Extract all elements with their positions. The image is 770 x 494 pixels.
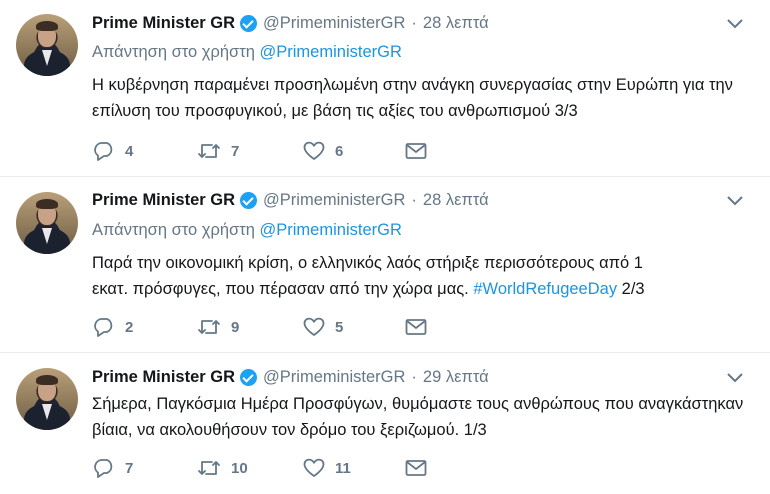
like-button[interactable]: 6 <box>303 141 405 161</box>
tweet-text: Η κυβέρνηση παραμένει προσηλωμένη στην α… <box>92 76 733 120</box>
reply-icon <box>93 141 115 161</box>
reply-context: Απάντηση στο χρήστη @PrimeministerGR <box>92 221 402 240</box>
tweet-header: Prime Minister GR @PrimeministerGR · 29 … <box>92 367 489 387</box>
separator-dot: · <box>411 190 417 209</box>
reply-count: 7 <box>125 459 134 477</box>
reply-button[interactable]: 7 <box>93 458 197 478</box>
hashtag-link[interactable]: #WorldRefugeeDay <box>473 280 617 298</box>
timestamp[interactable]: 29 λεπτά <box>423 368 489 387</box>
chevron-down-icon[interactable] <box>726 15 744 33</box>
author-handle[interactable]: @PrimeministerGR <box>263 368 405 387</box>
direct-message-button[interactable] <box>405 318 435 336</box>
reply-count: 4 <box>125 142 134 160</box>
timestamp[interactable]: 28 λεπτά <box>423 191 489 210</box>
avatar-hair <box>36 375 58 385</box>
timestamp[interactable]: 28 λεπτά <box>423 14 489 33</box>
tweet-header: Prime Minister GR @PrimeministerGR · 28 … <box>92 190 489 210</box>
reply-count: 2 <box>125 318 134 336</box>
direct-message-button[interactable] <box>405 459 435 477</box>
retweet-icon <box>197 458 221 478</box>
tweet[interactable]: Prime Minister GR @PrimeministerGR · 28 … <box>0 0 770 177</box>
reply-mention[interactable]: @PrimeministerGR <box>260 221 402 239</box>
retweet-count: 9 <box>231 318 240 336</box>
like-button[interactable]: 11 <box>303 458 405 478</box>
tweet[interactable]: Prime Minister GR @PrimeministerGR · 28 … <box>0 177 770 353</box>
retweet-count: 10 <box>231 459 248 477</box>
verified-badge-icon <box>240 191 258 209</box>
tweet-actions: 4 7 6 <box>93 139 435 163</box>
avatar[interactable] <box>16 14 78 76</box>
retweet-button[interactable]: 10 <box>197 458 303 478</box>
reply-prefix: Απάντηση στο χρήστη <box>92 43 255 61</box>
tweet-text: Παρά την οικονομική κρίση, ο ελληνικός λ… <box>92 250 752 302</box>
reply-context: Απάντηση στο χρήστη @PrimeministerGR <box>92 43 402 62</box>
heart-icon <box>303 141 325 161</box>
separator-dot: · <box>411 13 417 32</box>
tweet-header: Prime Minister GR @PrimeministerGR · 28 … <box>92 13 489 33</box>
like-button[interactable]: 5 <box>303 317 405 337</box>
reply-button[interactable]: 4 <box>93 141 197 161</box>
envelope-icon <box>405 318 427 336</box>
retweet-button[interactable]: 9 <box>197 317 303 337</box>
tweet-timeline: Prime Minister GR @PrimeministerGR · 28 … <box>0 0 770 494</box>
retweet-icon <box>197 141 221 161</box>
direct-message-button[interactable] <box>405 142 435 160</box>
retweet-icon <box>197 317 221 337</box>
thread-index: 2/3 <box>621 280 645 298</box>
tweet-text: Σήμερα, Παγκόσμια Ημέρα Προσφύγων, θυμόμ… <box>92 395 744 439</box>
avatar-hair <box>36 21 58 31</box>
reply-mention[interactable]: @PrimeministerGR <box>260 43 402 61</box>
retweet-button[interactable]: 7 <box>197 141 303 161</box>
heart-icon <box>303 317 325 337</box>
tweet-actions: 7 10 11 <box>93 456 435 480</box>
author-handle[interactable]: @PrimeministerGR <box>263 191 405 210</box>
author-name[interactable]: Prime Minister GR <box>92 14 235 33</box>
heart-icon <box>303 458 325 478</box>
reply-icon <box>93 317 115 337</box>
retweet-count: 7 <box>231 142 240 160</box>
chevron-down-icon[interactable] <box>726 192 744 210</box>
envelope-icon <box>405 459 427 477</box>
reply-button[interactable]: 2 <box>93 317 197 337</box>
envelope-icon <box>405 142 427 160</box>
tweet-text-line: εκατ. πρόσφυγες, που πέρασαν από την χώρ… <box>92 280 469 298</box>
tweet[interactable]: Prime Minister GR @PrimeministerGR · 29 … <box>0 353 770 494</box>
author-name[interactable]: Prime Minister GR <box>92 191 235 210</box>
like-count: 11 <box>335 459 351 477</box>
reply-icon <box>93 458 115 478</box>
tweet-text-line: Παρά την οικονομική κρίση, ο ελληνικός λ… <box>92 254 643 272</box>
verified-badge-icon <box>240 14 258 32</box>
tweet-actions: 2 9 5 <box>93 315 435 339</box>
author-name[interactable]: Prime Minister GR <box>92 368 235 387</box>
reply-prefix: Απάντηση στο χρήστη <box>92 221 255 239</box>
like-count: 6 <box>335 142 344 160</box>
like-count: 5 <box>335 318 344 336</box>
avatar-hair <box>36 199 58 209</box>
author-handle[interactable]: @PrimeministerGR <box>263 14 405 33</box>
chevron-down-icon[interactable] <box>726 369 744 387</box>
verified-badge-icon <box>240 368 258 386</box>
avatar[interactable] <box>16 368 78 430</box>
avatar[interactable] <box>16 192 78 254</box>
separator-dot: · <box>411 367 417 386</box>
